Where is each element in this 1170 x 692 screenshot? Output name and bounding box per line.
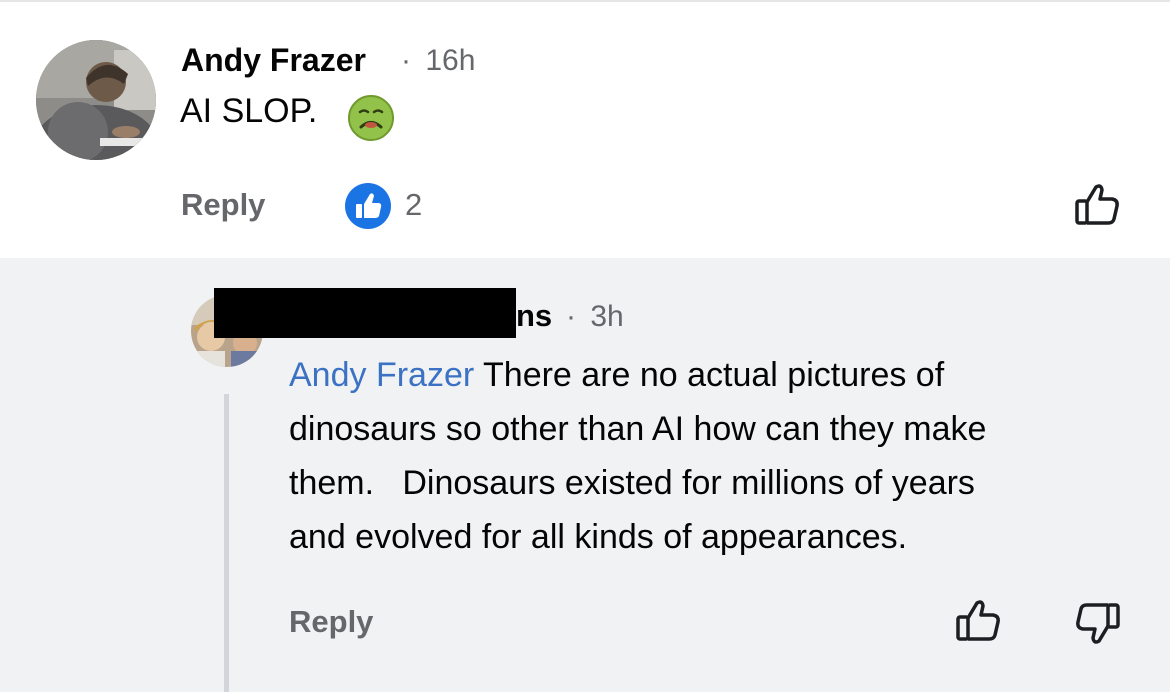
comment-body: AI SLOP. xyxy=(180,92,318,130)
reply-button[interactable]: Reply xyxy=(289,604,373,640)
comment-time: · 16h xyxy=(401,44,475,78)
reply-time: · 3h xyxy=(566,300,624,334)
reply-author[interactable]: ns xyxy=(516,298,552,334)
avatar[interactable] xyxy=(36,40,156,160)
thumbs-up-icon[interactable] xyxy=(953,596,1003,651)
reply-button[interactable]: Reply xyxy=(181,187,265,223)
thumbs-up-icon[interactable] xyxy=(1072,180,1122,235)
reaction-count[interactable]: 2 xyxy=(405,187,422,223)
redacted-name-bar xyxy=(214,288,516,338)
thumbs-down-icon[interactable] xyxy=(1073,598,1123,653)
reply-line: dinosaurs so other than AI how can they … xyxy=(289,410,987,448)
reply-text-segment: There are no actual pictures of xyxy=(474,356,945,394)
reply-line: and evolved for all kinds of appearances… xyxy=(289,518,908,556)
mention-link[interactable]: Andy Frazer xyxy=(289,356,474,394)
reply-line: Andy Frazer There are no actual pictures… xyxy=(289,348,1149,402)
timestamp: 16h xyxy=(425,44,476,77)
meta-separator: · xyxy=(566,300,576,333)
meta-separator: · xyxy=(401,44,411,77)
nauseated-face-emoji-icon xyxy=(347,94,395,147)
reply-line: them. Dinosaurs existed for millions of … xyxy=(289,464,975,502)
comment: Andy Frazer · 16h AI SLOP. Reply 2 xyxy=(0,0,1170,258)
reply-text: Andy Frazer There are no actual pictures… xyxy=(289,348,1149,564)
divider xyxy=(0,0,1170,2)
comment-text: AI SLOP. xyxy=(180,92,317,131)
avatar-photo xyxy=(36,40,156,160)
timestamp: 3h xyxy=(590,300,624,333)
thread-line xyxy=(224,394,229,692)
like-reaction-icon[interactable] xyxy=(344,182,392,235)
comment-author[interactable]: Andy Frazer xyxy=(181,42,366,79)
reply-comment: ns · 3h Andy Frazer There are no actual … xyxy=(0,258,1170,692)
